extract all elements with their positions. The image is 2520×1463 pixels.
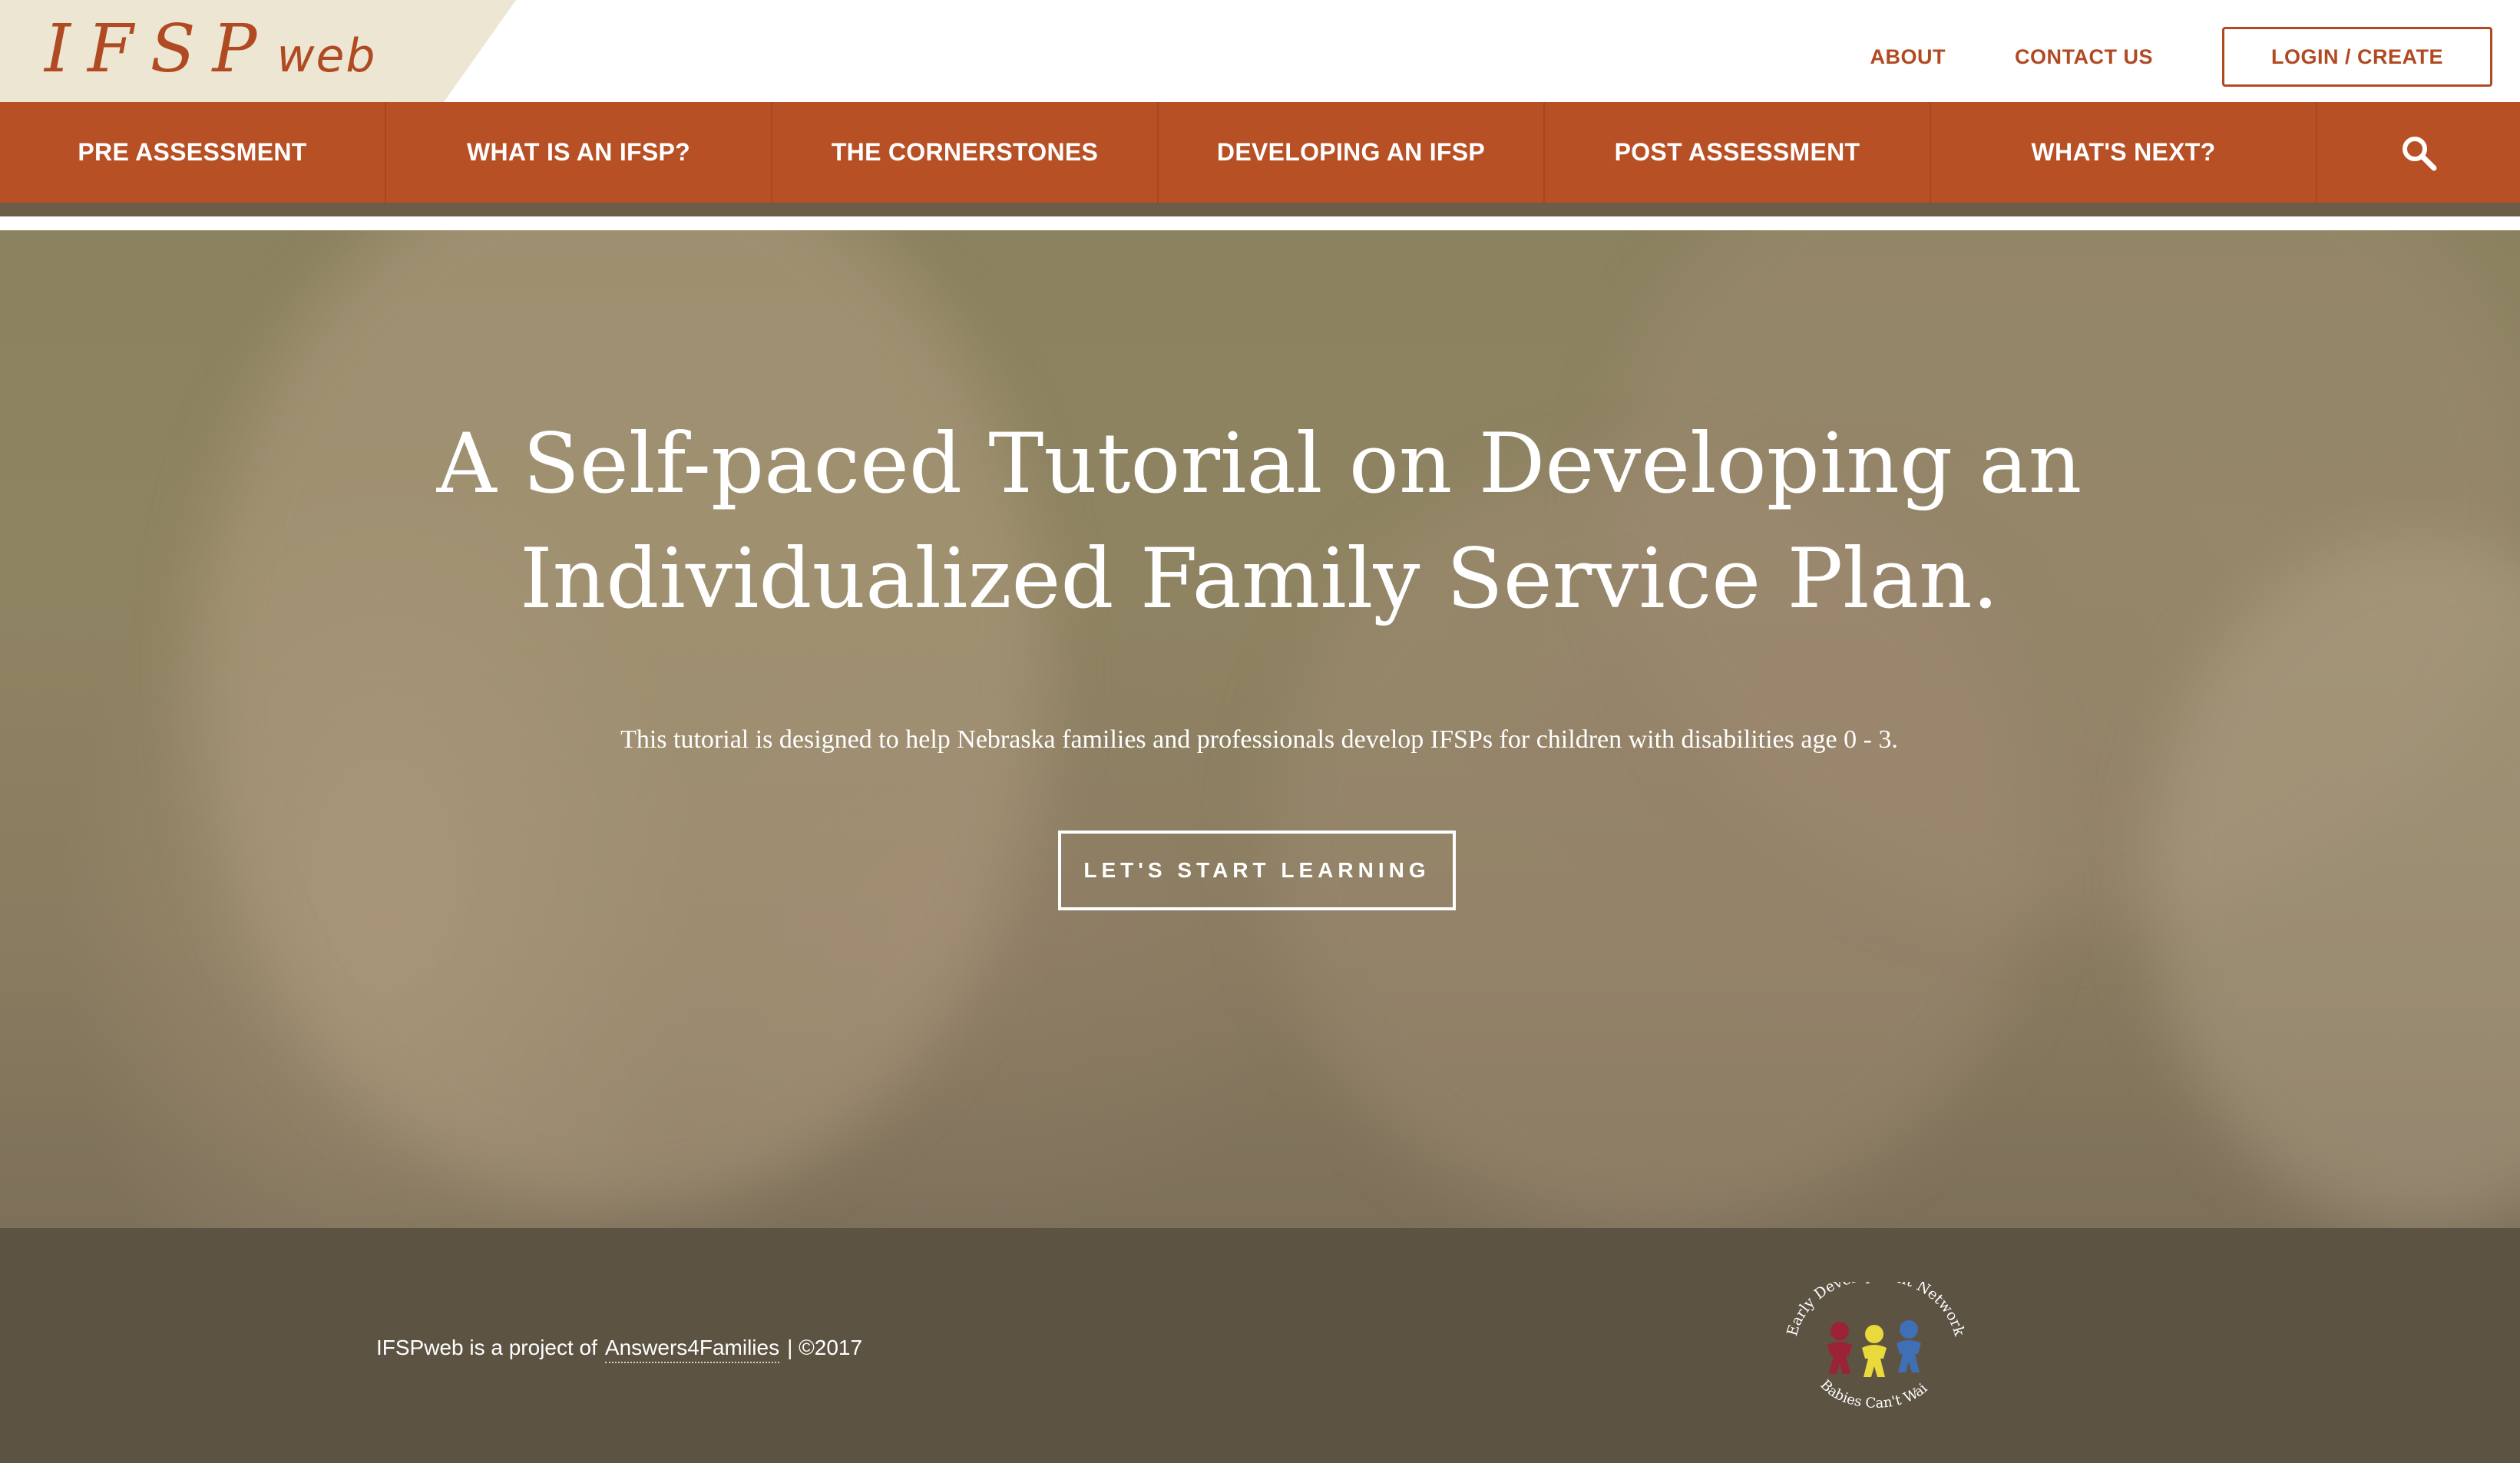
hero-title-line2: Individualized Family Service Plan. (519, 531, 1999, 627)
search-button[interactable] (2317, 102, 2520, 203)
hero-title-line1: A Self-paced Tutorial on Developing an (436, 416, 2082, 512)
nav-item-the-cornerstones[interactable]: THE CORNERSTONES (772, 102, 1159, 203)
figure-blue-icon (1897, 1320, 1921, 1372)
edn-logo-graphic: Early Development Network Babies Can't W… (1777, 1267, 1968, 1412)
hero-photo-mother (200, 230, 1044, 1213)
nav-item-whats-next[interactable]: WHAT'S NEXT? (1931, 102, 2317, 203)
top-links: ABOUT CONTACT US LOGIN / CREATE ACCOUNT (1870, 27, 2492, 124)
login-create-account-button[interactable]: LOGIN / CREATE ACCOUNT (2222, 27, 2492, 124)
footer-credit: IFSPweb is a project of Answers4Families… (376, 1336, 862, 1363)
search-icon (2403, 136, 2437, 170)
footer-copyright: | ©2017 (787, 1336, 863, 1359)
hero-banner: A Self-paced Tutorial on Developing an I… (0, 230, 2520, 1228)
logo-main-text: IFSP (45, 11, 274, 88)
top-header: IFSP web ABOUT CONTACT US LOGIN / CREATE… (0, 0, 2520, 124)
figure-yellow-icon (1862, 1325, 1887, 1377)
nav-item-what-is-an-ifsp[interactable]: WHAT IS AN IFSP? (386, 102, 772, 203)
footer-text-before: IFSPweb is a project of (376, 1336, 597, 1359)
nav-item-post-assessment[interactable]: POST ASSESSMENT (1545, 102, 1931, 203)
hero-title: A Self-paced Tutorial on Developing an I… (307, 407, 2211, 637)
nav-item-pre-assessment[interactable]: PRE ASSESSMENT (0, 102, 386, 203)
answers4families-link[interactable]: Answers4Families (604, 1336, 780, 1363)
contact-link[interactable]: CONTACT US (2015, 45, 2153, 69)
footer: IFSPweb is a project of Answers4Families… (0, 1228, 2520, 1463)
main-nav: PRE ASSESSMENT WHAT IS AN IFSP? THE CORN… (0, 102, 2520, 216)
early-development-network-logo[interactable]: Early Development Network Babies Can't W… (1777, 1267, 1972, 1420)
figure-red-icon (1827, 1322, 1852, 1374)
logo-sub-text: web (276, 29, 377, 83)
nav-item-developing-an-ifsp[interactable]: DEVELOPING AN IFSP (1159, 102, 1545, 203)
about-link[interactable]: ABOUT (1870, 45, 1946, 69)
start-learning-button[interactable]: LET'S START LEARNING (1058, 831, 1456, 910)
hero-subtitle: This tutorial is designed to help Nebras… (620, 725, 1898, 754)
site-logo[interactable]: IFSP web (45, 11, 377, 95)
